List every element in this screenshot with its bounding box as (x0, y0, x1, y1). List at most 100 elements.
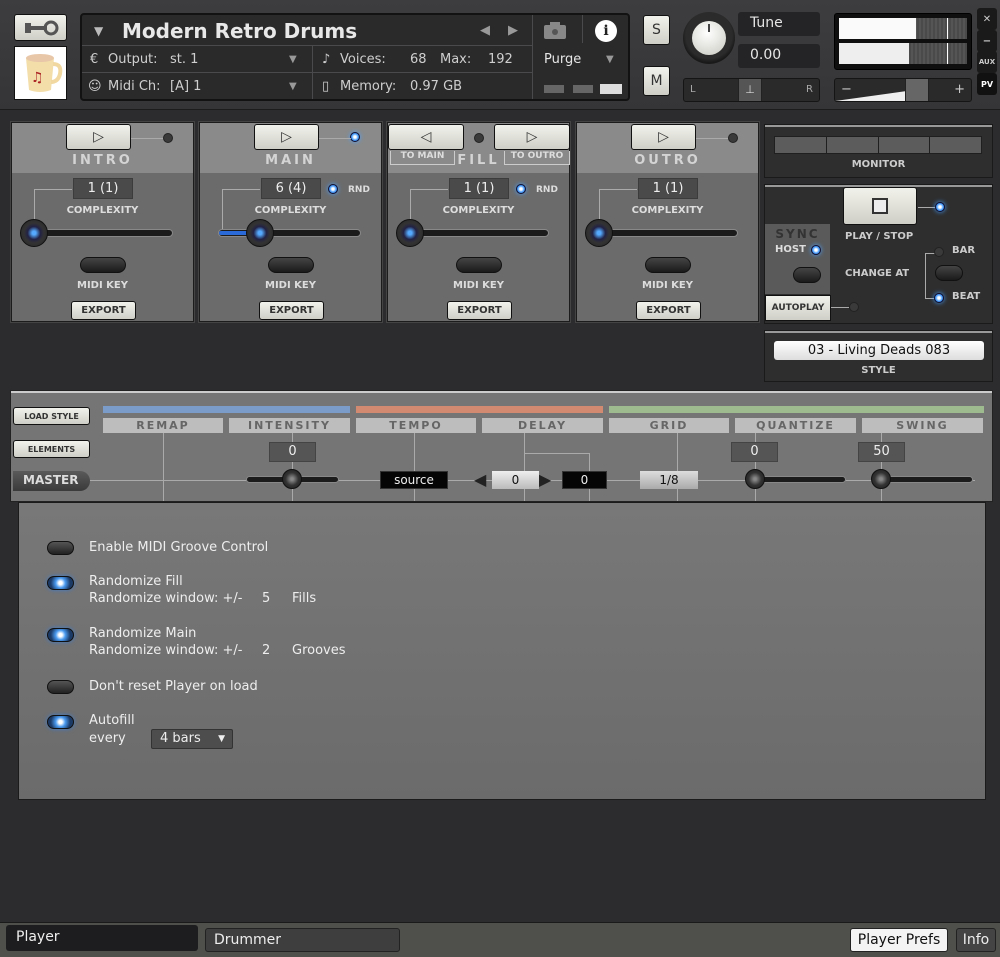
autoplay-button[interactable]: AUTOPLAY (765, 295, 831, 321)
randomize-fill-unit: Fills (292, 591, 317, 606)
rnd-led[interactable] (516, 184, 526, 194)
output-value[interactable]: st. 1 (170, 52, 198, 67)
output-dropdown-icon[interactable]: ▼ (289, 54, 297, 65)
pv-button[interactable]: PV (977, 73, 997, 95)
complexity-slider[interactable] (595, 229, 738, 237)
export-button[interactable]: EXPORT (636, 301, 701, 320)
next-instrument-icon[interactable]: ▶ (508, 23, 518, 38)
midi-dropdown-icon[interactable]: ▼ (289, 81, 297, 92)
midi-key-button[interactable] (80, 257, 126, 273)
instrument-image[interactable]: ♫ (14, 46, 67, 100)
delay-decrement-icon[interactable]: ◀ (474, 470, 486, 489)
export-button[interactable]: EXPORT (447, 301, 512, 320)
midi-key-button[interactable] (456, 257, 502, 273)
load-style-button[interactable]: LOAD STYLE (13, 407, 90, 425)
pan-slider[interactable]: L R ⊥ (683, 78, 820, 102)
player-prefs-button[interactable]: Player Prefs (850, 928, 948, 952)
main-trigger-button[interactable]: ▷ (254, 124, 319, 150)
divider (312, 45, 313, 99)
export-button[interactable]: EXPORT (259, 301, 324, 320)
aux-button[interactable]: AUX (977, 51, 997, 73)
volume-handle[interactable] (905, 79, 929, 101)
fill-to-outro-button[interactable]: ▷ (494, 124, 570, 150)
randomize-fill-toggle[interactable] (47, 576, 74, 590)
max-voices-value[interactable]: 192 (488, 52, 513, 67)
quantize-value[interactable]: 0 (731, 442, 778, 462)
intro-trigger-button[interactable]: ▷ (66, 124, 131, 150)
info-button[interactable]: Info (956, 928, 996, 952)
pan-left-label: L (690, 84, 696, 95)
grid-value[interactable]: 1/8 (640, 471, 698, 489)
fill-active-led (474, 133, 484, 143)
randomize-main-toggle[interactable] (47, 628, 74, 642)
outro-active-led (728, 133, 738, 143)
rnd-label: RND (348, 185, 370, 195)
purge-dropdown-icon[interactable]: ▼ (606, 54, 614, 65)
autofill-bars-dropdown[interactable]: 4 bars ▼ (151, 729, 233, 749)
prev-instrument-icon[interactable]: ◀ (480, 23, 490, 38)
change-at-toggle-button[interactable] (935, 265, 963, 281)
outro-trigger-button[interactable]: ▷ (631, 124, 696, 150)
complexity-value[interactable]: 1 (1) (449, 178, 509, 199)
complexity-slider[interactable] (406, 229, 549, 237)
fill-to-main-button[interactable]: ◁ (388, 124, 464, 150)
snapshot-button[interactable] (542, 20, 572, 42)
pan-handle[interactable]: ⊥ (738, 79, 762, 101)
delay-increment-icon[interactable]: ▶ (539, 470, 551, 489)
sync-toggle-button[interactable] (793, 267, 821, 283)
tab-drummer[interactable]: Drummer (205, 928, 400, 952)
output-level-meter (834, 13, 972, 70)
midi-key-button[interactable] (268, 257, 314, 273)
dont-reset-toggle[interactable] (47, 680, 74, 694)
instrument-title[interactable]: Modern Retro Drums (122, 19, 357, 43)
autofill-toggle[interactable] (47, 715, 74, 729)
intensity-slider-thumb[interactable] (282, 469, 302, 489)
change-at-label: CHANGE AT (845, 268, 910, 279)
tune-knob[interactable] (683, 12, 735, 64)
tune-value[interactable]: 0.00 (738, 44, 820, 68)
purge-indicator (544, 85, 564, 93)
complexity-value[interactable]: 1 (1) (638, 178, 698, 199)
midi-channel-label: Midi Ch: (108, 79, 161, 94)
delay-fine-value[interactable]: 0 (562, 471, 607, 489)
complexity-slider[interactable] (218, 229, 361, 237)
mute-button[interactable]: M (643, 66, 670, 96)
complexity-value[interactable]: 6 (4) (261, 178, 321, 199)
randomize-fill-window-value[interactable]: 5 (262, 590, 270, 607)
settings-button[interactable] (14, 14, 67, 41)
intensity-value[interactable]: 0 (269, 442, 316, 462)
purge-indicator (600, 84, 622, 94)
complexity-slider-thumb[interactable] (585, 219, 613, 247)
rnd-led[interactable] (328, 184, 338, 194)
elements-button[interactable]: ELEMENTS (13, 440, 90, 458)
quantize-slider-thumb[interactable] (745, 469, 765, 489)
style-display[interactable]: 03 - Living Deads 083 (774, 341, 984, 360)
column-swing: SWING (862, 418, 983, 433)
enable-midi-groove-toggle[interactable] (47, 541, 74, 555)
delay-value[interactable]: 0 (492, 471, 539, 489)
swing-value[interactable]: 50 (858, 442, 905, 462)
solo-button[interactable]: S (643, 15, 670, 45)
swing-slider-thumb[interactable] (871, 469, 891, 489)
volume-slider[interactable]: − + (834, 78, 972, 102)
minimize-button[interactable]: − (977, 30, 997, 52)
complexity-slider-thumb[interactable] (396, 219, 424, 247)
master-label[interactable]: MASTER (13, 471, 90, 491)
complexity-slider-thumb[interactable] (246, 219, 274, 247)
midi-key-button[interactable] (645, 257, 691, 273)
complexity-value[interactable]: 1 (1) (73, 178, 133, 199)
tempo-value[interactable]: source (380, 471, 448, 489)
tab-player[interactable]: Player (6, 925, 198, 951)
randomize-main-window-value[interactable]: 2 (262, 642, 270, 659)
export-button[interactable]: EXPORT (71, 301, 136, 320)
purge-button[interactable]: Purge (544, 52, 581, 67)
midi-channel-value[interactable]: [A] 1 (170, 79, 201, 94)
close-button[interactable]: ✕ (977, 8, 997, 30)
complexity-slider[interactable] (30, 229, 173, 237)
instrument-menu-arrow-icon[interactable]: ▼ (94, 24, 103, 38)
info-icon[interactable]: i (595, 20, 617, 42)
play-stop-button[interactable] (843, 187, 917, 225)
divider (582, 15, 583, 43)
complexity-slider-thumb[interactable] (20, 219, 48, 247)
section-main: ▷ MAIN 6 (4) RND COMPLEXITY MIDI KEY EXP… (199, 122, 382, 322)
